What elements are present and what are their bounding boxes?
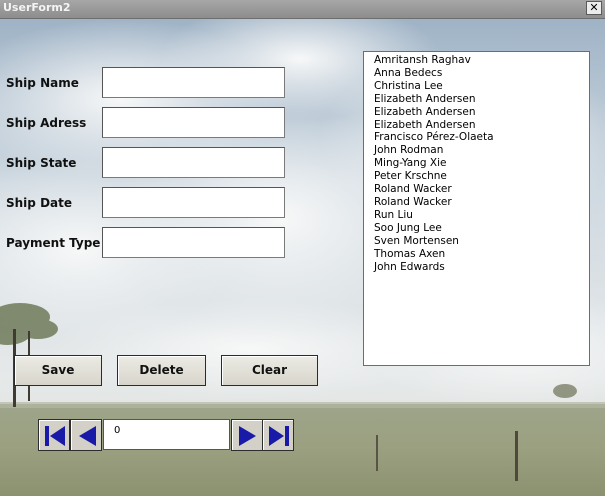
list-item[interactable]: Elizabeth Andersen bbox=[374, 119, 589, 132]
save-button[interactable]: Save bbox=[14, 355, 102, 386]
customer-listbox[interactable]: Amritansh Raghav Anna Bedecs Christina L… bbox=[363, 51, 590, 366]
ship-name-label: Ship Name bbox=[6, 76, 79, 90]
clear-button[interactable]: Clear bbox=[221, 355, 318, 386]
list-item[interactable]: Elizabeth Andersen bbox=[374, 93, 589, 106]
ship-state-field[interactable] bbox=[102, 147, 285, 178]
list-item[interactable]: Francisco Pérez-Olaeta bbox=[374, 131, 589, 144]
close-button[interactable]: ✕ bbox=[586, 1, 602, 15]
list-item[interactable]: Ming-Yang Xie bbox=[374, 157, 589, 170]
list-item[interactable]: Christina Lee bbox=[374, 80, 589, 93]
list-item[interactable]: Peter Krschne bbox=[374, 170, 589, 183]
previous-record-button[interactable] bbox=[70, 419, 102, 451]
ship-state-label: Ship State bbox=[6, 156, 77, 170]
record-number-field[interactable]: 0 bbox=[103, 419, 230, 450]
list-item[interactable]: Elizabeth Andersen bbox=[374, 106, 589, 119]
userform-window: UserForm2 ✕ Ship Name Ship Adress Ship S… bbox=[0, 0, 605, 496]
payment-type-label: Payment Type bbox=[6, 236, 101, 250]
list-item[interactable]: Amritansh Raghav bbox=[374, 54, 589, 67]
title-bar: UserForm2 ✕ bbox=[0, 0, 605, 19]
list-item[interactable]: John Edwards bbox=[374, 261, 589, 274]
list-item[interactable]: Roland Wacker bbox=[374, 183, 589, 196]
list-item[interactable]: Sven Mortensen bbox=[374, 235, 589, 248]
list-item[interactable]: John Rodman bbox=[374, 144, 589, 157]
first-record-button[interactable] bbox=[38, 419, 70, 451]
last-record-button[interactable] bbox=[262, 419, 294, 451]
list-item[interactable]: Soo Jung Lee bbox=[374, 222, 589, 235]
delete-button[interactable]: Delete bbox=[117, 355, 206, 386]
last-record-icon bbox=[269, 426, 289, 446]
list-item[interactable]: Roland Wacker bbox=[374, 196, 589, 209]
ship-adress-label: Ship Adress bbox=[6, 116, 87, 130]
ship-date-label: Ship Date bbox=[6, 196, 72, 210]
list-item[interactable]: Run Liu bbox=[374, 209, 589, 222]
close-icon: ✕ bbox=[589, 1, 599, 14]
list-item[interactable]: Thomas Axen bbox=[374, 248, 589, 261]
next-record-icon bbox=[239, 426, 256, 446]
ship-name-field[interactable] bbox=[102, 67, 285, 98]
payment-type-field[interactable] bbox=[102, 227, 285, 258]
first-record-icon bbox=[45, 426, 65, 446]
previous-record-icon bbox=[79, 426, 96, 446]
ship-adress-field[interactable] bbox=[102, 107, 285, 138]
next-record-button[interactable] bbox=[231, 419, 263, 451]
window-title: UserForm2 bbox=[3, 1, 71, 14]
ship-date-field[interactable] bbox=[102, 187, 285, 218]
list-item[interactable]: Anna Bedecs bbox=[374, 67, 589, 80]
